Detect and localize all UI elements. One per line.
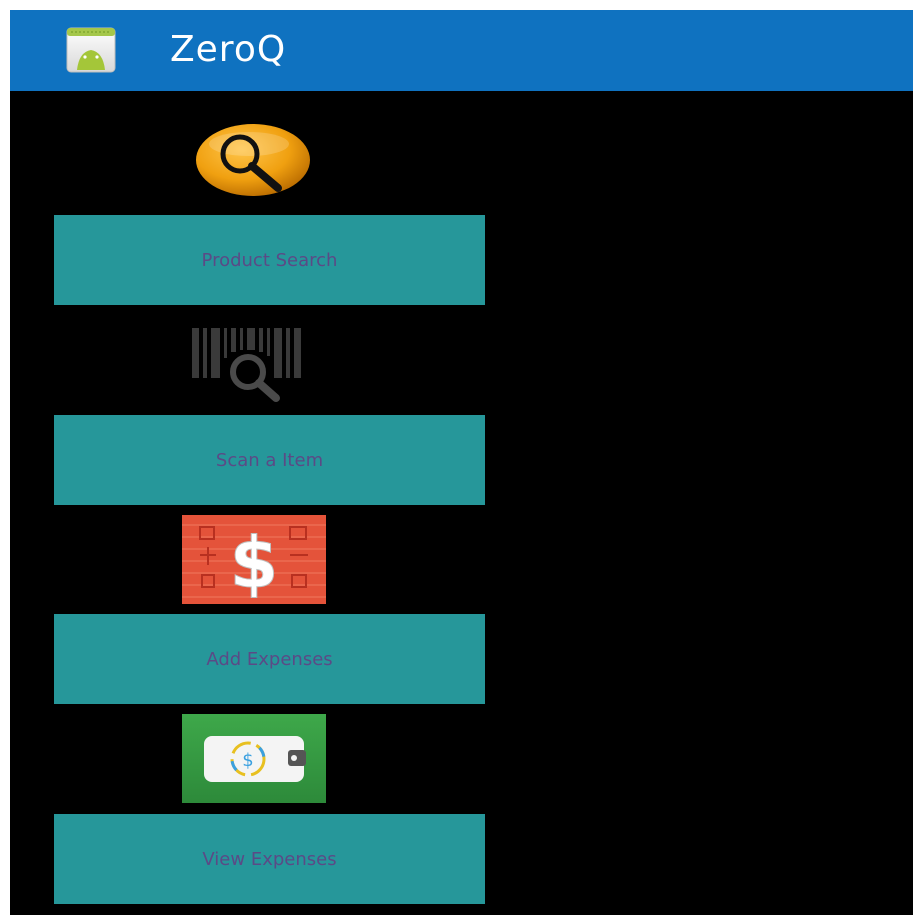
barcode-scan-icon (190, 320, 320, 402)
app-title: ZeroQ (170, 29, 287, 70)
svg-text:$: $ (230, 522, 279, 604)
add-expenses-button[interactable]: Add Expenses (54, 614, 485, 704)
magnifier-icon (194, 122, 312, 198)
android-app-icon (65, 26, 117, 74)
dollar-expense-icon: $ (182, 515, 326, 605)
wallet-icon: $ (182, 714, 326, 803)
scan-item-button[interactable]: Scan a Item (54, 415, 485, 505)
view-expenses-button[interactable]: View Expenses (54, 814, 485, 904)
action-bar: ZeroQ (10, 10, 913, 91)
svg-text:$: $ (242, 750, 253, 771)
product-search-button[interactable]: Product Search (54, 215, 485, 305)
app-screen: ZeroQ Product Search Scan a Item $ Add E… (10, 10, 913, 915)
